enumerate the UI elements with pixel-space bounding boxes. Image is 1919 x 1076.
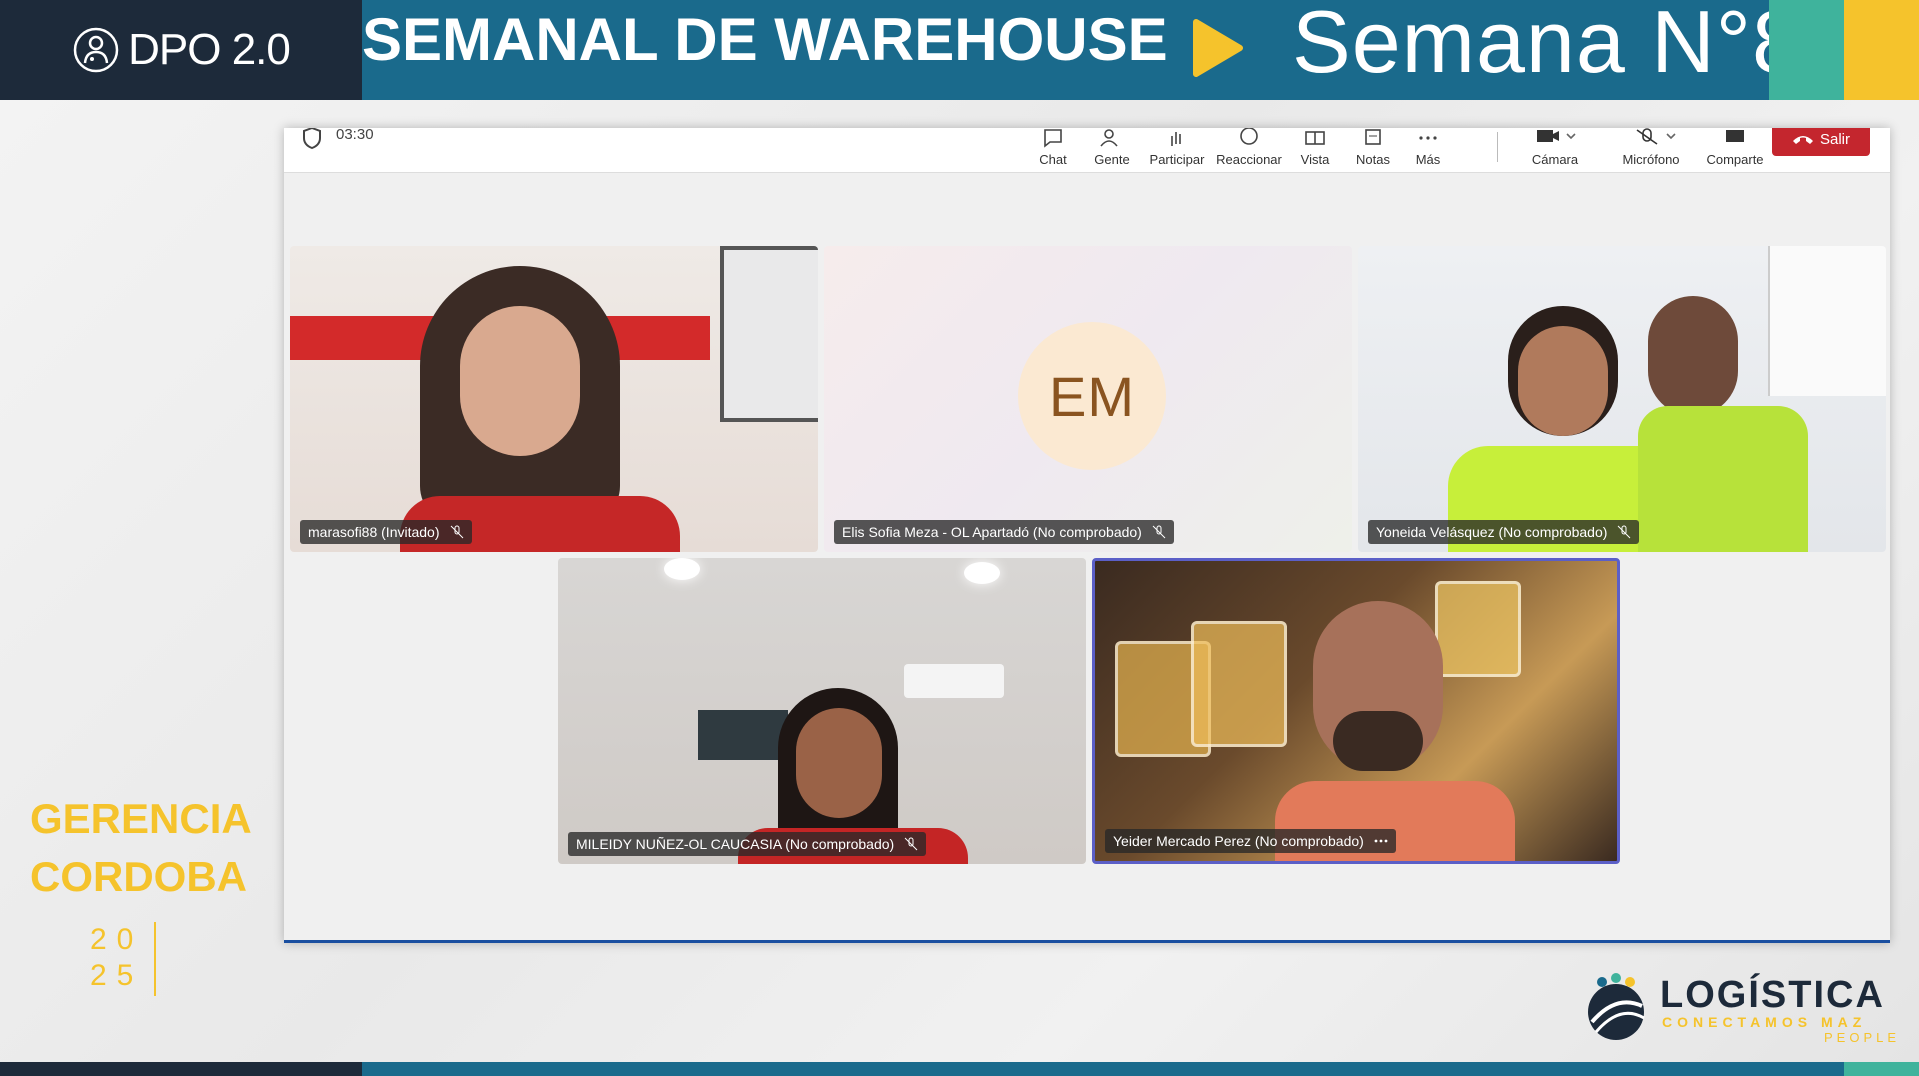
dpo-person-icon	[73, 27, 119, 73]
raise-hand-icon	[1171, 132, 1181, 146]
brand-tagline-2: PEOPLE	[1824, 1030, 1901, 1045]
wall-frame	[720, 246, 818, 422]
camera-button[interactable]: Cámara	[1510, 128, 1600, 172]
notes-icon	[1365, 129, 1381, 145]
logistica-globe-icon	[1588, 973, 1645, 1040]
share-label: Comparte	[1706, 152, 1764, 167]
year-bottom: 25	[90, 959, 144, 992]
microphone-label: Micrófono	[1622, 152, 1680, 167]
gerencia-line2: CORDOBA	[30, 853, 247, 900]
camera-label: Cámara	[1531, 152, 1579, 167]
microphone-button[interactable]: Micrófono	[1602, 128, 1700, 172]
top-banner: DPO 2.0 SEMANAL DE WAREHOUSE Semana N°8	[0, 0, 1919, 100]
participant-tile[interactable]: EM Elis Sofia Meza - OL Apartadó (No com…	[824, 246, 1352, 552]
participant-name: Yoneida Velásquez (No comprobado)	[1376, 524, 1608, 540]
leave-button[interactable]: Salir	[1772, 128, 1870, 156]
toolbar-divider	[1497, 132, 1498, 162]
participant-avatar: EM	[1018, 322, 1166, 470]
brand-tagline: CONECTAMOS MAZ	[1662, 1014, 1867, 1030]
dpo-logo-text: DPO 2.0	[128, 25, 291, 74]
share-icon	[1726, 130, 1744, 142]
chat-button[interactable]: Chat	[1028, 128, 1078, 172]
logistica-logo: LOGÍSTICA CONECTAMOS MAZ PEOPLE	[1580, 970, 1900, 1050]
people-label: Gente	[1094, 152, 1130, 167]
notes-button[interactable]: Notas	[1348, 128, 1398, 172]
participant-name-tag: MILEIDY NUÑEZ-OL CAUCASIA (No comprobado…	[568, 832, 927, 856]
participant-name-tag: Elis Sofia Meza - OL Apartadó (No compro…	[834, 520, 1174, 544]
participant-video	[1275, 601, 1515, 861]
participant-name: MILEIDY NUÑEZ-OL CAUCASIA (No comprobado…	[576, 836, 895, 852]
participant-name-tag: Yeider Mercado Perez (No comprobado)	[1105, 829, 1396, 853]
more-label: Más	[1415, 152, 1441, 167]
people-button[interactable]: Gente	[1084, 128, 1140, 172]
participant-name-tag: marasofi88 (Invitado)	[300, 520, 472, 544]
mic-muted-icon	[1152, 525, 1166, 539]
participant-name-tag: Yoneida Velásquez (No comprobado)	[1368, 520, 1640, 544]
beer-glass	[1191, 621, 1287, 747]
page-title: SEMANAL DE WAREHOUSE	[362, 6, 1168, 73]
year-label: 20 25	[90, 922, 143, 994]
react-button[interactable]: Reaccionar	[1214, 128, 1284, 172]
meeting-timer: 03:30	[336, 128, 374, 143]
hang-up-icon	[1792, 136, 1813, 144]
microphone-muted-icon	[1636, 128, 1676, 145]
mic-muted-icon	[904, 837, 918, 851]
meeting-toolbar: 03:30 Chat Gente Participar Reaccionar V…	[284, 128, 1890, 173]
title-banner: SEMANAL DE WAREHOUSE Semana N°8	[362, 0, 1801, 100]
participant-tile[interactable]: MILEIDY NUÑEZ-OL CAUCASIA (No comprobado…	[558, 558, 1086, 864]
react-label: Reaccionar	[1216, 152, 1282, 167]
participate-button[interactable]: Participar	[1146, 128, 1208, 172]
emoji-icon	[1240, 128, 1258, 145]
share-button[interactable]: Comparte	[1700, 128, 1770, 172]
more-button[interactable]: Más	[1406, 128, 1450, 172]
participant-tile[interactable]: Yoneida Velásquez (No comprobado)	[1358, 246, 1886, 552]
week-number: Semana N°8	[1292, 0, 1802, 91]
ceiling-light	[664, 558, 700, 580]
gerencia-line1: GERENCIA	[30, 795, 252, 842]
bottom-strip-blue	[362, 1062, 1844, 1076]
grid-view-icon	[1305, 131, 1325, 145]
mic-muted-icon	[450, 525, 463, 539]
notes-label: Notas	[1356, 152, 1390, 167]
people-icon	[1100, 129, 1118, 147]
leave-label: Salir	[1819, 130, 1850, 148]
accent-yellow-block	[1844, 0, 1919, 100]
chat-label: Chat	[1039, 152, 1067, 167]
camera-icon	[1537, 130, 1576, 142]
participant-tile[interactable]: marasofi88 (Invitado)	[290, 246, 818, 552]
dpo-logo: DPO 2.0	[0, 0, 362, 100]
more-options-icon[interactable]	[1374, 834, 1388, 848]
participant-name: Yeider Mercado Perez (No comprobado)	[1113, 833, 1364, 849]
participant-name: Elis Sofia Meza - OL Apartadó (No compro…	[842, 524, 1142, 540]
year-top: 20	[90, 923, 144, 956]
view-label: Vista	[1300, 152, 1330, 167]
play-arrow-icon	[1193, 19, 1243, 77]
participant-name: marasofi88 (Invitado)	[308, 524, 440, 540]
brand-name: LOGÍSTICA	[1660, 974, 1885, 1016]
accent-teal-block	[1769, 0, 1844, 100]
meeting-window: 03:30 Chat Gente Participar Reaccionar V…	[284, 128, 1890, 943]
bottom-strip-teal	[1844, 1062, 1919, 1076]
chat-icon	[1044, 129, 1062, 148]
mic-muted-icon	[1618, 525, 1631, 539]
participate-label: Participar	[1149, 152, 1205, 167]
gerencia-label: GERENCIA CORDOBA	[30, 790, 252, 906]
ceiling-light	[964, 562, 1000, 584]
participant-tile-active[interactable]: Yeider Mercado Perez (No comprobado)	[1092, 558, 1620, 864]
participant-video	[390, 266, 690, 552]
view-button[interactable]: Vista	[1290, 128, 1340, 172]
bottom-strip-dark	[0, 1062, 362, 1076]
year-divider	[154, 922, 156, 996]
participant-video	[1448, 296, 1828, 552]
shield-icon	[303, 128, 321, 150]
more-dots-icon	[1419, 136, 1437, 140]
